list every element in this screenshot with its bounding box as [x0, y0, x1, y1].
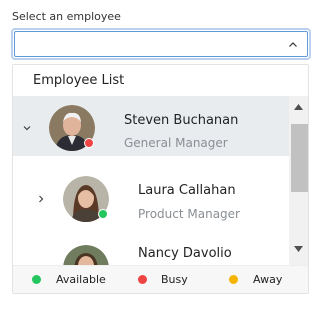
popup-header: Employee List: [33, 73, 125, 88]
employee-list: Steven Buchanan General Manager Laura Ca…: [13, 96, 289, 265]
chevron-up-icon[interactable]: [288, 40, 298, 50]
employee-name: Steven Buchanan: [124, 113, 239, 128]
list-item-steven-buchanan[interactable]: Steven Buchanan General Manager: [13, 96, 289, 156]
employee-search-input[interactable]: [19, 36, 273, 54]
field-label: Select an employee: [12, 10, 121, 23]
chevron-down-icon[interactable]: [22, 123, 32, 133]
list-item-laura-callahan[interactable]: Laura Callahan Product Manager: [13, 167, 289, 227]
status-available-icon: [98, 209, 108, 219]
status-busy-icon: [138, 275, 147, 284]
status-available-icon: [32, 275, 41, 284]
legend-label: Busy: [161, 273, 188, 286]
avatar: [63, 245, 109, 265]
employee-name: Laura Callahan: [138, 183, 236, 198]
legend-label: Away: [253, 273, 283, 286]
list-scrollbar[interactable]: [289, 96, 308, 265]
list-item-nancy-davolio[interactable]: Nancy Davolio: [13, 236, 289, 265]
employee-popup: Employee List Steven Buchanan General Ma…: [12, 64, 309, 294]
employee-role: Product Manager: [138, 207, 240, 221]
employee-dropdown[interactable]: [11, 28, 311, 60]
triangle-down-icon[interactable]: [294, 246, 303, 252]
status-busy-icon: [84, 138, 94, 148]
employee-role: General Manager: [124, 136, 228, 150]
chevron-right-icon[interactable]: [36, 194, 46, 204]
employee-name: Nancy Davolio: [138, 246, 232, 261]
triangle-up-icon[interactable]: [294, 104, 303, 110]
scroll-thumb[interactable]: [291, 124, 308, 192]
status-legend: Available Busy Away: [13, 265, 308, 293]
status-away-icon: [229, 275, 238, 284]
legend-label: Available: [56, 273, 106, 286]
